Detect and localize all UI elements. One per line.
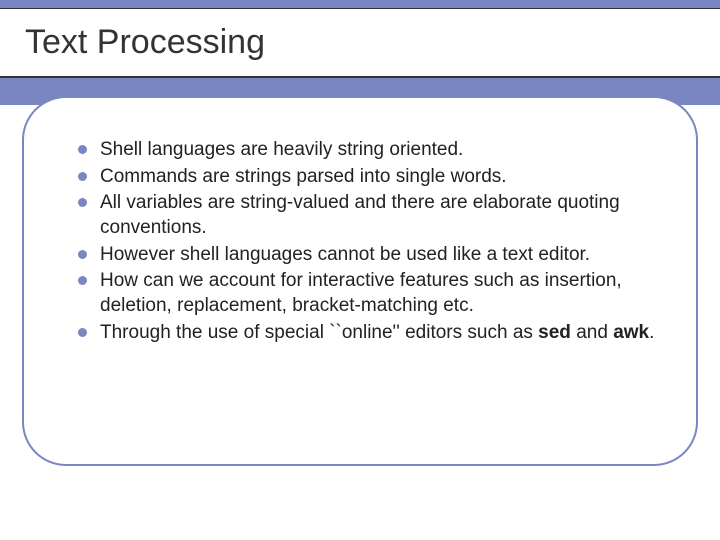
list-item: Through the use of special ``online'' ed… [74,321,656,346]
list-item: Commands are strings parsed into single … [74,165,656,190]
bullet-text-bold: sed [538,322,571,343]
slide: Text Processing Shell languages are heav… [0,0,720,540]
list-item: However shell languages cannot be used l… [74,243,656,268]
list-item: All variables are string-valued and ther… [74,191,656,240]
bullet-text: However shell languages cannot be used l… [100,244,590,265]
bullet-text: Commands are strings parsed into single … [100,166,507,187]
bullet-text: How can we account for interactive featu… [100,270,622,316]
bullet-text: Shell languages are heavily string orien… [100,139,463,160]
slide-title: Text Processing [25,23,265,62]
content-panel: Shell languages are heavily string orien… [22,96,698,466]
bullet-text-suffix: . [649,322,654,343]
list-item: Shell languages are heavily string orien… [74,138,656,163]
list-item: How can we account for interactive featu… [74,269,656,318]
bullet-text-bold: awk [613,322,649,343]
bullet-text-mid: and [571,322,613,343]
bullet-text-prefix: Through the use of special ``online'' ed… [100,322,538,343]
title-bar: Text Processing [0,8,720,78]
bullet-text: All variables are string-valued and ther… [100,192,620,238]
bullet-list: Shell languages are heavily string orien… [74,138,656,346]
